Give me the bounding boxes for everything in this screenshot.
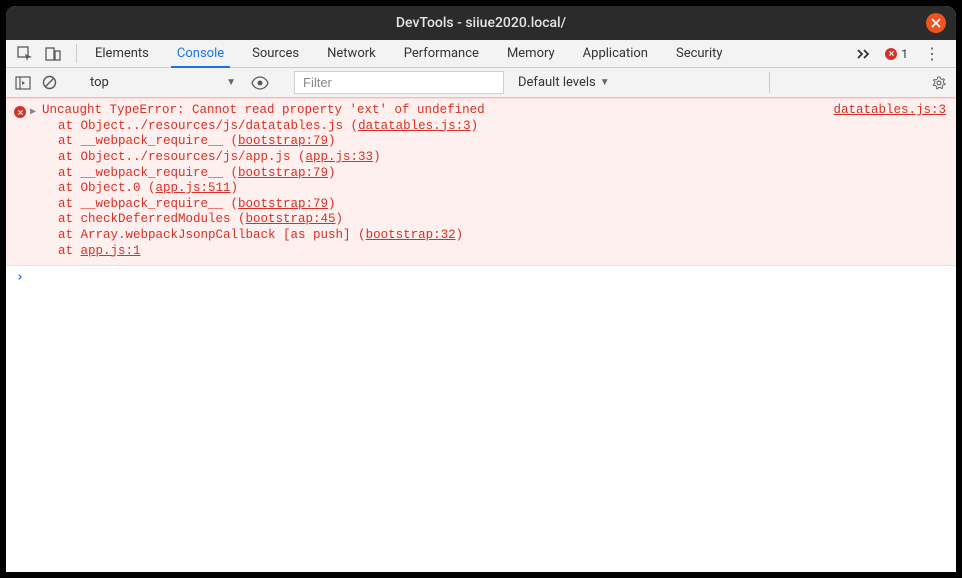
separator bbox=[76, 44, 77, 63]
clear-console-button[interactable] bbox=[40, 74, 58, 92]
error-source-link[interactable]: datatables.js:3 bbox=[833, 103, 946, 119]
stack-source-link[interactable]: bootstrap:79 bbox=[238, 134, 328, 148]
inspect-icon bbox=[17, 46, 33, 62]
window-title: DevTools - siiue2020.local/ bbox=[396, 15, 566, 31]
console-toolbar: top ▼ Default levels ▼ bbox=[6, 68, 956, 98]
inspect-element-button[interactable] bbox=[16, 45, 34, 63]
stack-frame: at __webpack_require__ (bootstrap:79) bbox=[42, 134, 948, 150]
stack-source-link[interactable]: datatables.js:3 bbox=[358, 119, 471, 133]
device-icon bbox=[45, 46, 61, 62]
dropdown-icon: ▼ bbox=[226, 77, 236, 88]
clear-icon bbox=[42, 75, 57, 90]
tab-network[interactable]: Network bbox=[313, 40, 390, 67]
stack-frame: at __webpack_require__ (bootstrap:79) bbox=[42, 166, 948, 182]
tab-memory[interactable]: Memory bbox=[493, 40, 569, 67]
toggle-sidebar-button[interactable] bbox=[14, 74, 32, 92]
kebab-icon: ⋮ bbox=[924, 44, 940, 63]
filter-input[interactable] bbox=[294, 71, 504, 94]
tab-performance[interactable]: Performance bbox=[390, 40, 493, 67]
chevron-double-right-icon bbox=[856, 48, 872, 60]
stack-frame: at checkDeferredModules (bootstrap:45) bbox=[42, 212, 948, 228]
stack-frame: at Array.webpackJsonpCallback [as push] … bbox=[42, 228, 948, 244]
stack-source-link[interactable]: app.js:511 bbox=[156, 181, 231, 195]
stack-source-link[interactable]: bootstrap:45 bbox=[246, 212, 336, 226]
error-icon bbox=[14, 106, 26, 118]
console-settings-button[interactable] bbox=[930, 74, 948, 92]
stack-frame: at Object../resources/js/datatables.js (… bbox=[42, 119, 948, 135]
eye-icon bbox=[251, 76, 269, 90]
tab-application[interactable]: Application bbox=[569, 40, 662, 67]
stack-frame: at app.js:1 bbox=[42, 244, 948, 260]
execution-context-select[interactable]: top ▼ bbox=[83, 72, 243, 93]
stack-source-link[interactable]: bootstrap:32 bbox=[366, 228, 456, 242]
panel-tabs-bar: Elements Console Sources Network Perform… bbox=[6, 40, 956, 68]
tab-elements[interactable]: Elements bbox=[81, 40, 163, 67]
error-message: Uncaught TypeError: Cannot read property… bbox=[42, 103, 948, 119]
error-stack: at Object../resources/js/datatables.js (… bbox=[42, 119, 948, 260]
console-output: ▶ datatables.js:3 Uncaught TypeError: Ca… bbox=[6, 98, 956, 572]
console-error-entry: ▶ datatables.js:3 Uncaught TypeError: Ca… bbox=[6, 98, 956, 266]
dropdown-icon: ▼ bbox=[600, 77, 610, 88]
error-icon bbox=[885, 48, 897, 60]
tab-sources[interactable]: Sources bbox=[238, 40, 313, 67]
tab-console[interactable]: Console bbox=[163, 40, 238, 67]
more-tabs-button[interactable] bbox=[855, 45, 873, 63]
separator bbox=[769, 72, 770, 93]
panel-tabs: Elements Console Sources Network Perform… bbox=[81, 40, 737, 67]
stack-source-link[interactable]: app.js:33 bbox=[306, 150, 374, 164]
devtools-window: DevTools - siiue2020.local/ Elements bbox=[6, 6, 956, 572]
tab-security[interactable]: Security bbox=[662, 40, 737, 67]
stack-source-link[interactable]: bootstrap:79 bbox=[238, 197, 328, 211]
gear-icon bbox=[932, 75, 946, 91]
stack-source-link[interactable]: app.js:1 bbox=[81, 244, 141, 258]
titlebar: DevTools - siiue2020.local/ bbox=[6, 6, 956, 40]
stack-frame: at Object.0 (app.js:511) bbox=[42, 181, 948, 197]
close-icon bbox=[931, 18, 941, 28]
device-toolbar-button[interactable] bbox=[44, 45, 62, 63]
stack-source-link[interactable]: bootstrap:79 bbox=[238, 166, 328, 180]
live-expression-button[interactable] bbox=[251, 74, 269, 92]
error-count-badge[interactable]: 1 bbox=[885, 47, 908, 61]
window-close-button[interactable] bbox=[926, 13, 946, 33]
prompt-chevron-icon: › bbox=[16, 270, 24, 285]
stack-frame: at Object../resources/js/app.js (app.js:… bbox=[42, 150, 948, 166]
settings-menu-button[interactable]: ⋮ bbox=[920, 44, 944, 63]
console-prompt[interactable]: › bbox=[6, 266, 956, 289]
expand-toggle[interactable]: ▶ bbox=[30, 105, 36, 118]
log-levels-select[interactable]: Default levels ▼ bbox=[512, 73, 616, 92]
stack-frame: at __webpack_require__ (bootstrap:79) bbox=[42, 197, 948, 213]
sidebar-icon bbox=[15, 76, 31, 90]
